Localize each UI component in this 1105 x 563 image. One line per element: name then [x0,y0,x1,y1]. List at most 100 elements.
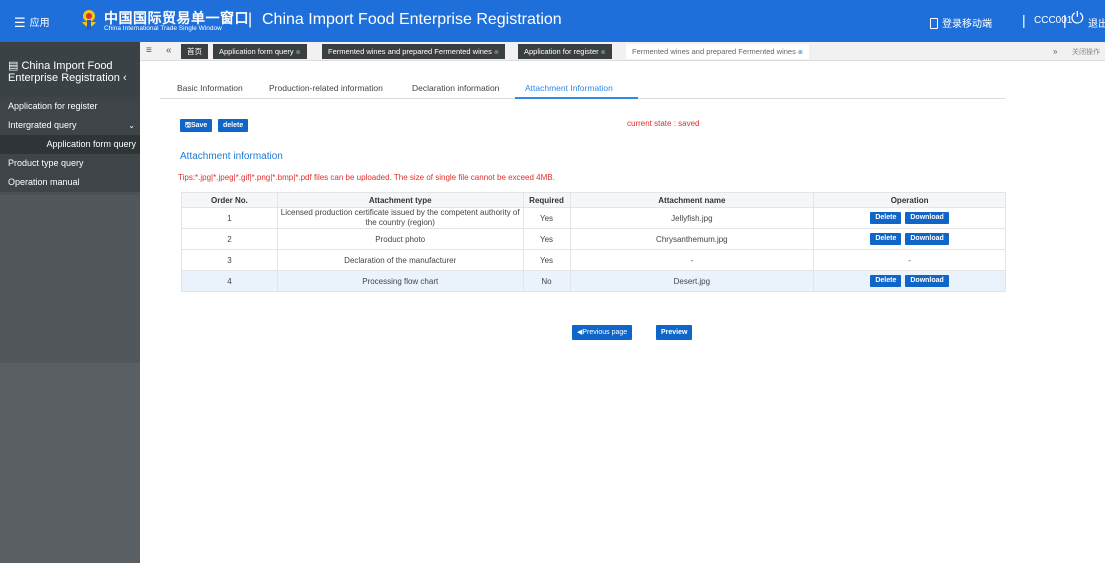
table-row: 1 Licensed production certificate issued… [181,207,1006,229]
section-tabs: Basic Information Production-related inf… [160,79,1005,99]
mobile-login-link[interactable]: 登录移动端 [930,15,992,30]
cell-operation: - [813,249,1006,271]
column-header-name: Attachment name [569,192,815,208]
preview-button[interactable]: Preview [656,325,693,340]
cell-type: Processing flow chart [276,270,524,292]
header-divider: | [1022,12,1026,28]
row-delete-button[interactable]: Delete [870,233,902,245]
page-title: China Import Food Enterprise Registratio… [262,11,562,28]
close-tab-icon[interactable]: ⊗ [798,50,803,56]
cell-order: 2 [181,228,278,250]
delete-button[interactable]: delete [218,119,249,132]
tab-label: Fermented wines and prepared Fermented w… [328,47,492,56]
sidebar-empty-area [0,195,140,363]
header-divider: | [1063,12,1067,28]
tab-fermented-wines[interactable]: Fermented wines and prepared Fermented w… [322,44,505,59]
upload-tips: Tips:*.jpg|*.jpeg|*.gif|*.png|*.bmp|*.pd… [178,173,555,182]
main-content: Basic Information Production-related inf… [140,61,1105,563]
cell-order: 3 [181,249,278,271]
tab-label: 首页 [187,47,202,56]
power-icon[interactable]: ⏻ [1071,10,1084,28]
row-download-button[interactable]: Download [905,212,949,224]
save-button[interactable]: 🖫Save [180,119,213,132]
list-icon: ▤ [8,60,22,72]
collapse-sidebar-icon[interactable]: ‹ [120,72,127,84]
table-row: 4 Processing flow chart No Desert.jpg De… [181,270,1006,292]
sidebar-item-intergrated-query[interactable]: Intergrated query ⌄ [0,116,140,135]
table-header-row: Order No. Attachment type Required Attac… [181,192,1006,208]
app-menu-button[interactable]: ☰ 应用 [14,14,50,31]
cell-name: Chrysanthemum.jpg [569,228,815,250]
sidebar-title-second: Enterprise Registration ‹ [8,72,127,84]
logo-en-text: China International Trade Single Window [104,25,222,32]
cell-required: Yes [522,228,571,250]
tab-application-form-query[interactable]: Application form query ⊗ [213,44,307,59]
tab-label: Application form query [219,47,294,56]
column-header-operation: Operation [813,192,1006,208]
tab-home[interactable]: 首页 [181,44,208,59]
tab-fermented-wines-active[interactable]: Fermented wines and prepared Fermented w… [626,44,809,59]
column-header-required: Required [522,192,571,208]
attachment-table: Order No. Attachment type Required Attac… [181,192,1006,292]
row-delete-button[interactable]: Delete [870,275,902,287]
title-separator: | [248,11,253,28]
tab-basic-information[interactable]: Basic Information [177,83,243,93]
sidebar-item-application-for-register[interactable]: Application for register [0,97,140,116]
cell-name: - [569,249,815,271]
sidebar-item-label: Product type query [8,158,84,168]
sidebar-item-label: Intergrated query [8,120,77,130]
cell-order: 4 [181,270,278,292]
close-tab-icon[interactable]: ⊗ [296,50,301,56]
row-delete-button[interactable]: Delete [870,212,902,224]
mobile-login-label: 登录移动端 [942,19,992,30]
column-header-type: Attachment type [276,192,524,208]
section-title: Attachment information [180,151,283,162]
previous-page-button[interactable]: ◀Previous page [572,325,633,340]
sidebar-item-label: Operation manual [8,177,80,187]
close-tab-icon[interactable]: ⊗ [601,50,606,56]
page-tab-strip: ≡ « 首页 Application form query ⊗ Fermented… [140,42,1105,61]
sidebar-item-label: Application for register [8,101,98,111]
cell-order: 1 [181,207,278,229]
tab-label: Application for register [524,47,599,56]
app-menu-label: 应用 [29,18,50,29]
logout-button[interactable]: 退出 [1088,15,1105,30]
cell-required: Yes [522,207,571,229]
tab-production-related-information[interactable]: Production-related information [269,83,383,93]
single-window-logo-icon [82,10,96,30]
hamburger-icon[interactable]: ≡ [146,45,152,56]
current-state-text: current state : saved [627,119,700,128]
table-row: 3 Declaration of the manufacturer Yes - … [181,249,1006,271]
column-header-order: Order No. [181,192,278,208]
tab-attachment-information[interactable]: Attachment Information [525,83,613,93]
chevron-down-icon: ⌄ [128,121,135,130]
sidebar-item-label: Application form query [46,139,136,149]
cell-name: Jellyfish.jpg [569,207,815,229]
sidebar-item-application-form-query[interactable]: Application form query [0,135,140,154]
table-row: 2 Product photo Yes Chrysanthemum.jpg De… [181,228,1006,250]
close-tab-icon[interactable]: ⊗ [494,50,499,56]
close-operations-button[interactable]: 关闭操作 [1072,47,1100,57]
tab-declaration-information[interactable]: Declaration information [412,83,499,93]
sidebar-item-operation-manual[interactable]: Operation manual [0,173,140,192]
cell-type: Declaration of the manufacturer [276,249,524,271]
cell-type: Product photo [276,228,524,250]
previous-page-label: Previous page [582,329,628,336]
cell-required: No [522,270,571,292]
cell-operation: Delete Download [813,207,1006,229]
sidebar-header: ▤ China Import Food Enterprise Registrat… [0,42,140,97]
cell-required: Yes [522,249,571,271]
cell-operation: Delete Download [813,228,1006,250]
row-download-button[interactable]: Download [905,233,949,245]
top-header: ☰ 应用 中国国际贸易单一窗口 China International Trade… [0,0,1105,42]
tab-application-for-register[interactable]: Application for register ⊗ [518,44,612,59]
sidebar-title-line2: Enterprise Registration [8,72,120,84]
sidebar-item-product-type-query[interactable]: Product type query [0,154,140,173]
tab-label: Fermented wines and prepared Fermented w… [632,47,796,56]
cell-type: Licensed production certificate issued b… [276,207,524,229]
scroll-right-icon[interactable]: » [1053,47,1057,56]
scroll-left-icon[interactable]: « [166,45,172,56]
cell-name: Desert.jpg [569,270,815,292]
row-download-button[interactable]: Download [905,275,949,287]
menu-icon: ☰ [14,15,26,31]
